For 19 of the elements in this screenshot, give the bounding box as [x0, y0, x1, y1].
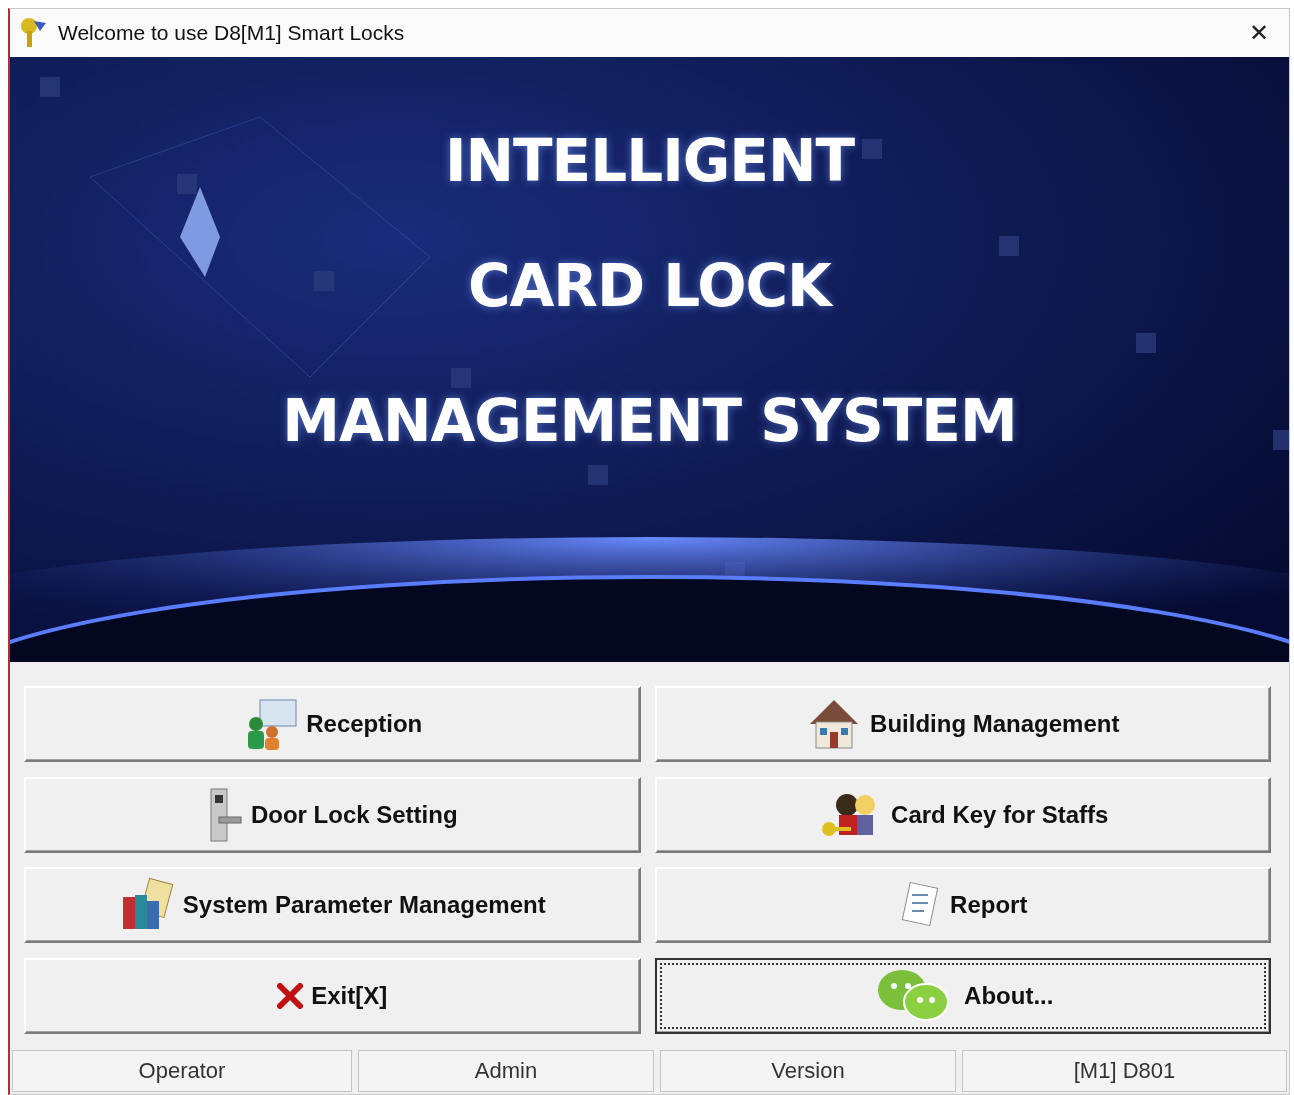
menu-button[interactable]: Report	[654, 867, 1271, 943]
status-cell: Operator	[12, 1050, 352, 1092]
close-icon	[277, 982, 304, 1009]
menu-button[interactable]: Building Management	[654, 686, 1271, 762]
banner-title: INTELLIGENT	[443, 127, 856, 195]
menu-button[interactable]: Exit[X]	[24, 957, 641, 1034]
menu-button[interactable]: Card Key for Staffs	[654, 776, 1271, 853]
menu-button[interactable]: System Parameter Management	[24, 867, 641, 943]
status-cell: Version	[660, 1050, 956, 1092]
menu-button[interactable]: Reception	[24, 686, 641, 762]
banner-title: MANAGEMENT SYSTEM	[281, 387, 1018, 455]
status-cell: Admin	[358, 1050, 654, 1092]
status-cell: [M1] D801	[962, 1050, 1287, 1092]
banner-title: CARD LOCK	[466, 252, 835, 320]
menu-button[interactable]: Door Lock Setting	[24, 776, 641, 853]
close-button[interactable]: ✕	[1229, 9, 1289, 57]
window-title: Welcome to use D8[M1] Smart Locks	[58, 21, 406, 45]
menu-button[interactable]: About...	[654, 957, 1271, 1034]
key-icon	[18, 17, 48, 49]
